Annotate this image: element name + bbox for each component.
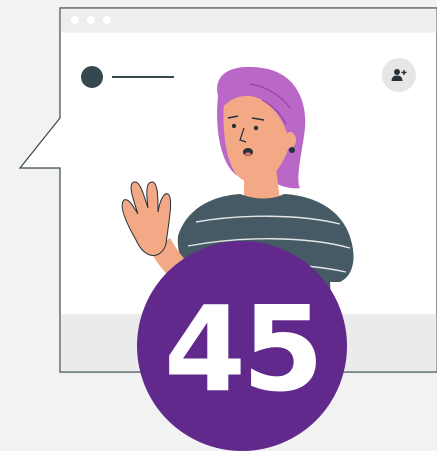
window-dot-3 — [103, 16, 111, 24]
avatar — [81, 66, 103, 88]
number-badge: 45 — [137, 241, 347, 451]
badge-number: 45 — [163, 280, 324, 418]
window-dot-2 — [87, 16, 95, 24]
illustration-scene: 45 — [0, 0, 437, 451]
username-placeholder-line — [112, 76, 174, 78]
window-title-bar — [60, 8, 437, 33]
add-user-button[interactable] — [382, 58, 416, 92]
add-user-icon — [391, 69, 407, 81]
window-dot-1 — [71, 16, 79, 24]
